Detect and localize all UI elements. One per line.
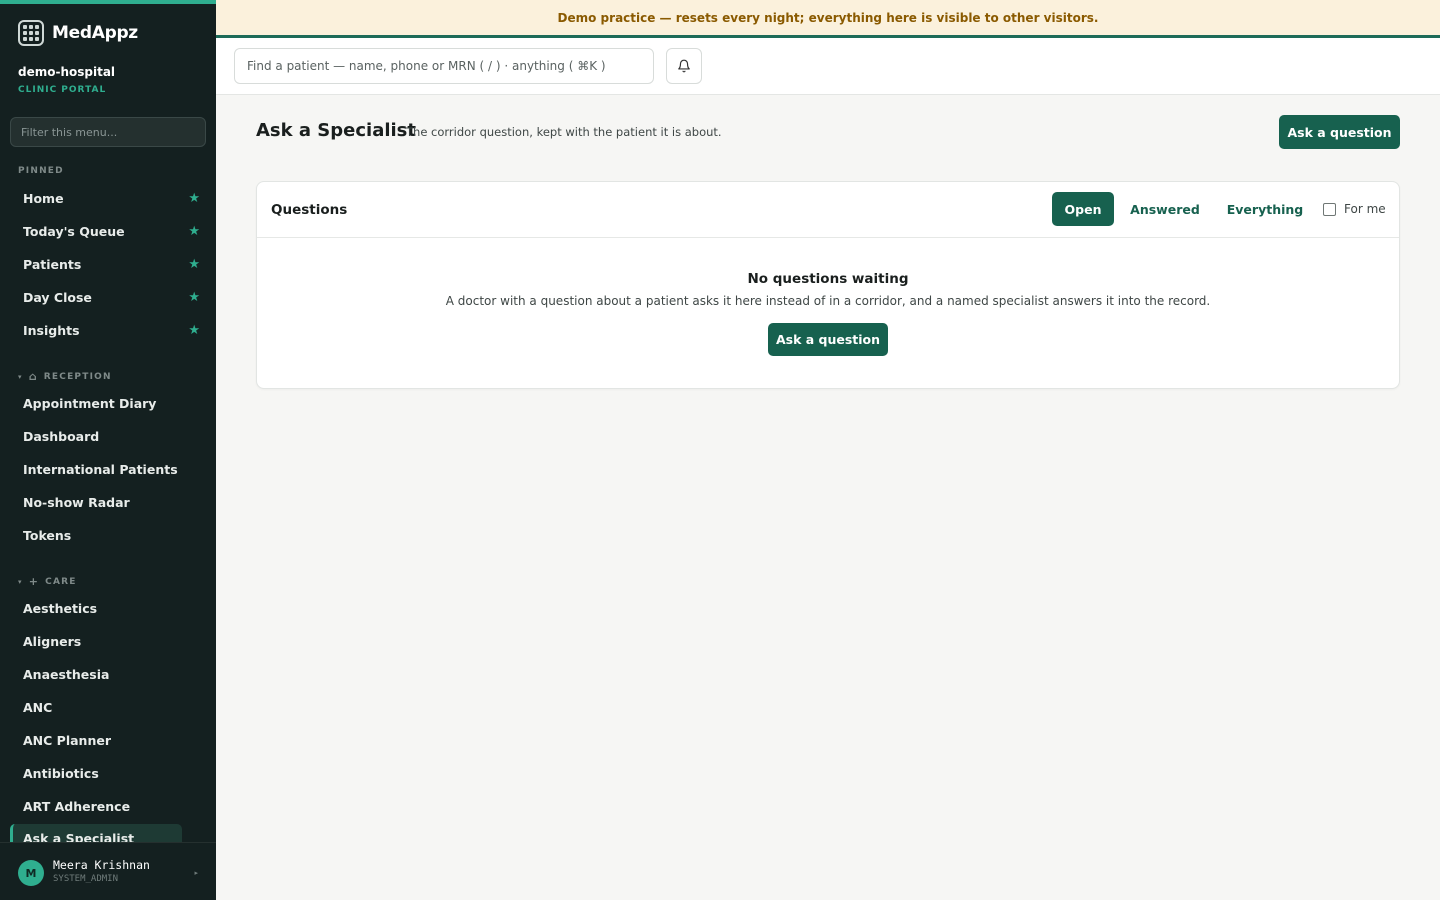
section-toggle-care[interactable]: ▾ + CARE [18, 575, 77, 588]
star-icon[interactable]: ★ [188, 224, 200, 239]
sidebar-item-anc-planner[interactable]: ANC Planner [10, 726, 206, 754]
questions-card: Questions Open Answered Everything For m… [256, 181, 1400, 389]
sidebar-item-tokens[interactable]: Tokens [10, 521, 206, 549]
empty-state-description: A doctor with a question about a patient… [445, 294, 1211, 308]
sidebar-item-label: Anaesthesia [23, 666, 110, 682]
sidebar-item-patients[interactable]: Patients ★ [10, 250, 206, 278]
filter-everything-button[interactable]: Everything [1219, 192, 1311, 226]
sidebar-item-todays-queue[interactable]: Today's Queue ★ [10, 217, 206, 245]
star-icon[interactable]: ★ [188, 323, 200, 338]
caret-icon: ▸ [194, 869, 198, 877]
top-bar [216, 38, 1440, 95]
demo-banner: Demo practice — resets every night; ever… [216, 0, 1440, 38]
sidebar-item-label: ANC [23, 699, 53, 715]
sidebar-item-label: Dashboard [23, 428, 100, 444]
sidebar-item-label: Insights [23, 322, 80, 338]
sidebar-item-dashboard[interactable]: Dashboard [10, 422, 206, 450]
sidebar-item-day-close[interactable]: Day Close ★ [10, 283, 206, 311]
for-me-checkbox[interactable] [1323, 202, 1336, 216]
star-icon[interactable]: ★ [188, 290, 200, 305]
sidebar-item-label: Aesthetics [23, 600, 98, 616]
for-me-toggle[interactable]: For me [1323, 202, 1386, 216]
sidebar-item-aesthetics[interactable]: Aesthetics [10, 594, 206, 622]
sidebar-item-antibiotics[interactable]: Antibiotics [10, 759, 206, 787]
sidebar-item-label: Home [23, 190, 64, 206]
notifications-button[interactable] [666, 48, 702, 84]
section-toggle-reception[interactable]: ▾ ⌂ RECEPTION [18, 370, 112, 383]
sidebar-item-insights[interactable]: Insights ★ [10, 316, 206, 344]
sidebar-item-label: Today's Queue [23, 223, 125, 239]
sidebar-item-no-show-radar[interactable]: No-show Radar [10, 488, 206, 516]
bell-icon [678, 59, 690, 73]
org-subtitle: CLINIC PORTAL [18, 85, 107, 95]
ask-question-button[interactable]: Ask a question [1279, 115, 1400, 149]
brand-name: MedAppz [52, 23, 138, 43]
sidebar-item-label: ANC Planner [23, 732, 111, 748]
patient-search-input[interactable] [234, 48, 654, 84]
user-role: SYSTEM_ADMIN [53, 874, 119, 884]
sidebar-item-anaesthesia[interactable]: Anaesthesia [10, 660, 206, 688]
filter-open-button[interactable]: Open [1052, 192, 1114, 226]
for-me-label: For me [1344, 202, 1386, 216]
sidebar-item-label: Antibiotics [23, 765, 99, 781]
sidebar-item-label: No-show Radar [23, 494, 130, 510]
sidebar-item-label: ART Adherence [23, 798, 131, 814]
user-menu[interactable]: M Meera Krishnan SYSTEM_ADMIN ▸ [0, 842, 216, 900]
plus-icon: + [28, 575, 40, 588]
sidebar-item-appointment-diary[interactable]: Appointment Diary [10, 389, 206, 417]
sidebar-item-label: Aligners [23, 633, 82, 649]
empty-ask-question-button[interactable]: Ask a question [768, 323, 888, 356]
sidebar-item-home[interactable]: Home ★ [10, 184, 206, 212]
star-icon[interactable]: ★ [188, 191, 200, 206]
star-icon[interactable]: ★ [188, 257, 200, 272]
building-icon: ⌂ [28, 370, 38, 383]
sidebar: MedAppz demo-hospital CLINIC PORTAL PINN… [0, 0, 216, 900]
section-label-text: CARE [45, 576, 77, 587]
caret-down-icon: ▾ [18, 372, 23, 381]
avatar: M [18, 860, 44, 886]
sidebar-item-label: International Patients [23, 461, 178, 477]
empty-state-title: No questions waiting [747, 271, 909, 287]
section-label-pinned: PINNED [18, 166, 64, 176]
sidebar-item-anc[interactable]: ANC [10, 693, 206, 721]
sidebar-item-label: Appointment Diary [23, 395, 157, 411]
sidebar-item-label: Patients [23, 256, 82, 272]
brand[interactable]: MedAppz [18, 20, 138, 46]
user-name: Meera Krishnan [53, 858, 150, 872]
page-title: Ask a Specialist [256, 120, 416, 141]
org-name: demo-hospital [18, 65, 116, 79]
sidebar-item-label: Day Close [23, 289, 92, 305]
section-label-text: PINNED [18, 166, 64, 176]
menu-filter-input[interactable] [10, 117, 206, 147]
sidebar-item-art-adherence[interactable]: ART Adherence [10, 792, 206, 820]
grid-logo-icon [18, 20, 44, 46]
section-label-text: RECEPTION [43, 371, 112, 382]
filter-answered-button[interactable]: Answered [1123, 192, 1207, 226]
page-subtitle: The corridor question, kept with the pat… [406, 125, 722, 139]
sidebar-item-label: Tokens [23, 527, 72, 543]
questions-title: Questions [271, 202, 348, 218]
sidebar-item-aligners[interactable]: Aligners [10, 627, 206, 655]
sidebar-item-international-patients[interactable]: International Patients [10, 455, 206, 483]
questions-card-header: Questions Open Answered Everything For m… [257, 182, 1399, 238]
demo-banner-text: Demo practice — resets every night; ever… [557, 10, 1099, 25]
caret-down-icon: ▾ [18, 577, 23, 586]
